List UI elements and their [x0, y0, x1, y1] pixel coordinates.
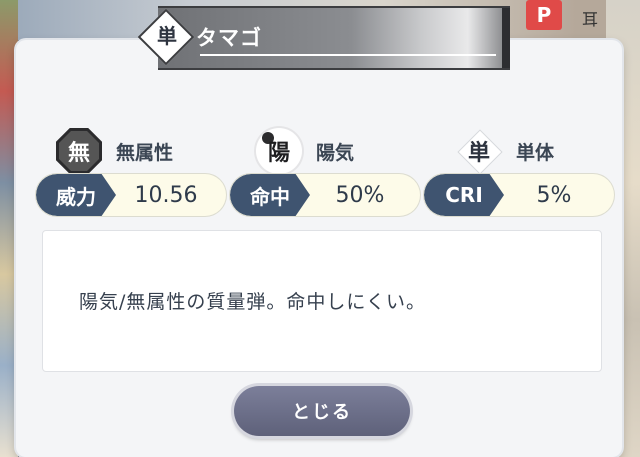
stat-power: 威力 10.56 — [36, 174, 226, 216]
attribute-element: 無 無属性 — [56, 128, 173, 174]
skill-detail-dialog: 単 タマゴ 無 無属性 陽 陽気 単 単体 威力 10.56 命中 50% CR… — [16, 6, 622, 457]
stat-accuracy: 命中 50% — [230, 174, 420, 216]
yang-icon: 陽 — [256, 128, 302, 174]
skill-title-banner: 単 タマゴ — [137, 6, 514, 70]
single-target-icon: 単 — [456, 128, 502, 174]
background-kanji: 耳 — [582, 10, 599, 29]
attribute-mood: 陽 陽気 — [256, 128, 354, 174]
skill-description-box: 陽気/無属性の質量弾。命中しにくい。 — [42, 230, 602, 372]
attribute-target: 単 単体 — [456, 128, 554, 174]
single-target-badge-icon: 単 — [157, 24, 177, 48]
banner-underline — [200, 54, 496, 56]
stat-accuracy-label: 命中 — [230, 174, 310, 216]
close-button[interactable]: とじる — [234, 386, 410, 436]
attribute-element-label: 無属性 — [116, 141, 174, 164]
stat-power-label: 威力 — [36, 174, 116, 216]
stat-power-value: 10.56 — [134, 182, 198, 208]
skill-description: 陽気/無属性の質量弾。命中しにくい。 — [79, 291, 427, 313]
attribute-mood-label: 陽気 — [316, 141, 355, 164]
mu-attribute-icon: 無 — [56, 128, 102, 174]
stat-critical-label: CRI — [424, 174, 504, 216]
stat-critical: CRI 5% — [424, 174, 614, 216]
stat-accuracy-value: 50% — [335, 182, 385, 208]
stat-critical-value: 5% — [536, 182, 572, 208]
attribute-target-label: 単体 — [516, 141, 555, 164]
background-p-sign: P — [526, 0, 562, 30]
skill-name: タマゴ — [196, 26, 262, 50]
